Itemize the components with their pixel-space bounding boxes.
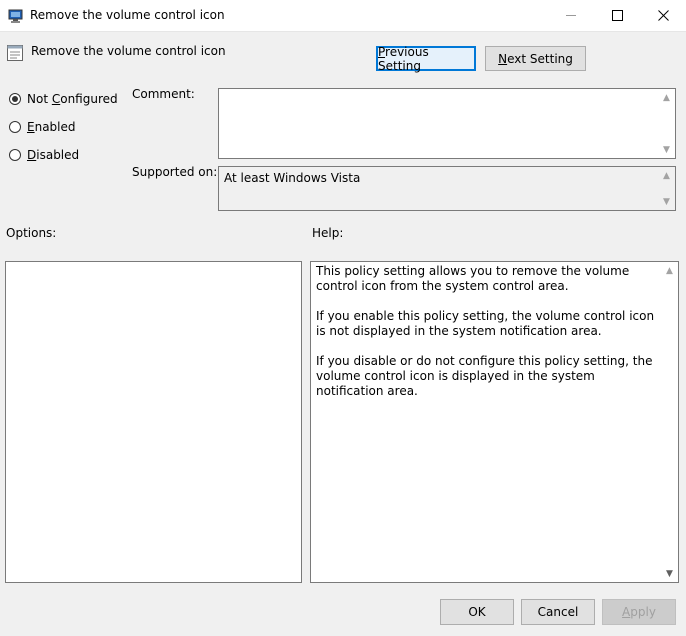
setting-name: Remove the volume control icon [31,44,226,58]
radio-circle [9,93,21,105]
comment-label: Comment: [132,87,195,101]
supported-scrollbar[interactable]: ▲ ▼ [658,167,675,210]
help-paragraph: If you disable or do not configure this … [316,354,653,398]
scroll-down-icon[interactable]: ▼ [658,141,675,158]
ok-button[interactable]: OK [440,599,514,625]
apply-button[interactable]: Apply [602,599,676,625]
supported-on-label: Supported on: [132,165,218,179]
maximize-button[interactable] [594,0,640,31]
scroll-down-icon[interactable]: ▼ [658,193,675,210]
help-text: This policy setting allows you to remove… [316,264,661,414]
scroll-up-icon[interactable]: ▲ [658,167,675,184]
radio-not-configured[interactable]: Not Configured [9,91,118,107]
options-label: Options: [6,226,57,240]
radio-circle [9,121,21,133]
supported-on-field: At least Windows Vista ▲ ▼ [218,166,676,211]
radio-label: Enabled [27,120,76,134]
radio-label: Not Configured [27,92,118,106]
policy-icon [7,45,23,61]
window-title: Remove the volume control icon [30,8,225,22]
title-bar[interactable]: Remove the volume control icon [0,0,686,32]
help-panel: This policy setting allows you to remove… [310,261,679,583]
radio-selected-dot [12,96,18,102]
cancel-button[interactable]: Cancel [521,599,595,625]
help-paragraph: This policy setting allows you to remove… [316,264,630,293]
radio-disabled[interactable]: Disabled [9,147,79,163]
comment-scrollbar[interactable]: ▲ ▼ [658,89,675,158]
scroll-up-icon[interactable]: ▲ [661,262,678,279]
radio-enabled[interactable]: Enabled [9,119,76,135]
close-icon [657,10,669,21]
maximize-icon [611,10,623,21]
scroll-down-icon[interactable]: ▼ [661,565,678,582]
radio-circle [9,149,21,161]
scroll-up-icon[interactable]: ▲ [658,89,675,106]
previous-setting-button[interactable]: Previous Setting [376,45,476,73]
supported-on-value: At least Windows Vista [224,171,361,185]
help-label: Help: [312,226,344,240]
next-setting-button[interactable]: Next Setting [485,46,586,71]
minimize-icon [566,15,576,16]
comment-field[interactable]: ▲ ▼ [218,88,676,159]
help-scrollbar[interactable]: ▲ ▼ [661,262,678,582]
close-button[interactable] [640,0,686,31]
minimize-button[interactable] [548,0,594,31]
help-paragraph: If you enable this policy setting, the v… [316,309,655,338]
radio-label: Disabled [27,148,80,162]
options-panel [5,261,302,583]
app-icon [8,8,24,24]
